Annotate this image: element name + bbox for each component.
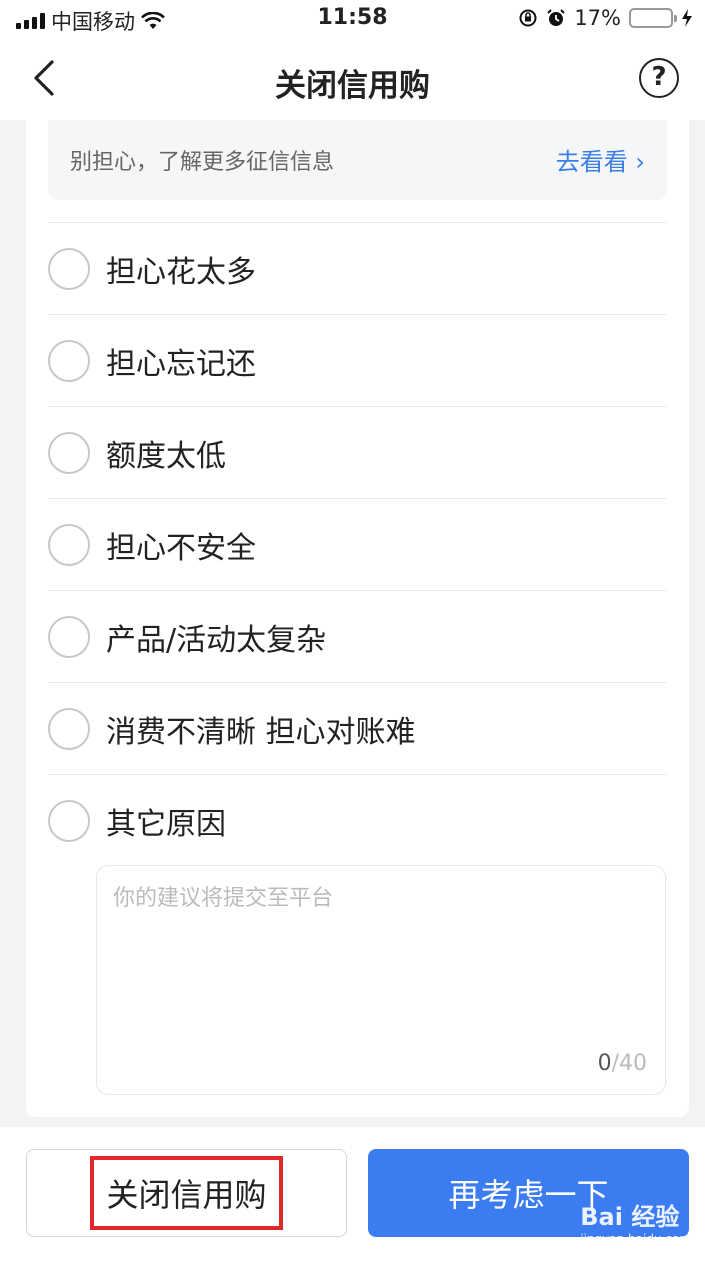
alarm-icon bbox=[547, 9, 566, 26]
reason-label: 产品/活动太复杂 bbox=[106, 622, 327, 658]
help-icon[interactable]: ? bbox=[639, 58, 679, 98]
battery-icon bbox=[629, 8, 677, 28]
credit-info-banner: 别担心，了解更多征信信息 去看看 › bbox=[48, 120, 667, 200]
radio-button[interactable] bbox=[48, 799, 90, 842]
radio-button[interactable] bbox=[48, 247, 90, 290]
reason-option-other[interactable]: 其它原因 bbox=[48, 774, 667, 866]
status-bar: 中国移动 11:58 17% bbox=[0, 0, 705, 38]
reason-label: 消费不清晰 担心对账难 bbox=[106, 714, 416, 750]
page-title: 关闭信用购 bbox=[275, 68, 430, 104]
char-counter: 0/40 bbox=[598, 1051, 647, 1076]
radio-button[interactable] bbox=[48, 431, 90, 474]
reason-card: 别担心，了解更多征信信息 去看看 › 担心花太多 担心忘记还 额度太低 担心不安… bbox=[26, 120, 689, 1117]
close-button-label: 关闭信用购 bbox=[90, 1156, 283, 1230]
radio-button[interactable] bbox=[48, 339, 90, 382]
reason-option-unsafe[interactable]: 担心不安全 bbox=[48, 498, 667, 590]
baidu-jingyan-watermark: Bai 经验 jingyan.baidu.com bbox=[580, 1197, 691, 1246]
radio-button[interactable] bbox=[48, 523, 90, 566]
bottom-action-bar: 关闭信用购 再考虑一下 Bai 经验 jingyan.baidu.com bbox=[0, 1127, 705, 1261]
reason-label: 担心花太多 bbox=[106, 254, 256, 290]
close-credit-purchase-button[interactable]: 关闭信用购 bbox=[26, 1149, 347, 1237]
reason-option-spend-too-much[interactable]: 担心花太多 bbox=[48, 222, 667, 314]
char-count-current: 0 bbox=[597, 1051, 612, 1076]
view-more-link[interactable]: 去看看 › bbox=[556, 142, 645, 177]
reason-label: 额度太低 bbox=[106, 438, 226, 474]
banner-message: 别担心，了解更多征信信息 bbox=[70, 150, 335, 175]
reason-option-forget-repay[interactable]: 担心忘记还 bbox=[48, 314, 667, 406]
reason-label: 担心不安全 bbox=[106, 530, 256, 566]
charging-icon bbox=[682, 9, 692, 27]
rotation-lock-icon bbox=[519, 9, 537, 27]
nav-bar: 关闭信用购 ? bbox=[0, 38, 705, 120]
watermark-text: Bai 经验 bbox=[580, 1203, 680, 1231]
reason-option-too-complex[interactable]: 产品/活动太复杂 bbox=[48, 590, 667, 682]
feedback-textarea[interactable] bbox=[113, 880, 649, 1030]
status-right: 17% bbox=[518, 6, 693, 30]
char-count-max: /40 bbox=[611, 1051, 647, 1076]
watermark-url: jingyan.baidu.com bbox=[580, 1232, 691, 1246]
reason-option-unclear-spending[interactable]: 消费不清晰 担心对账难 bbox=[48, 682, 667, 774]
radio-button[interactable] bbox=[48, 707, 90, 750]
feedback-box: 0/40 bbox=[96, 865, 666, 1095]
battery-percent: 17% bbox=[574, 6, 621, 30]
reason-option-limit-too-low[interactable]: 额度太低 bbox=[48, 406, 667, 498]
radio-button[interactable] bbox=[48, 615, 90, 658]
reason-label: 担心忘记还 bbox=[106, 346, 256, 382]
reason-label: 其它原因 bbox=[106, 806, 226, 842]
